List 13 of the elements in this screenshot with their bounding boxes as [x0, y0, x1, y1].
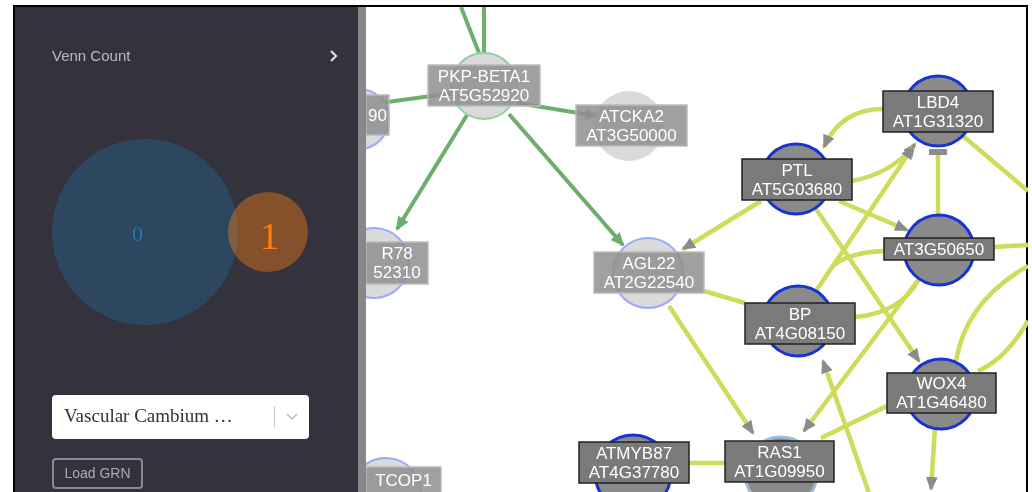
venn-set[interactable]: [228, 191, 308, 272]
chevron-down-icon[interactable]: [286, 412, 298, 421]
chevron-right-icon[interactable]: [329, 50, 338, 63]
network-select[interactable]: Vascular Cambium …: [52, 394, 309, 439]
gene-node[interactable]: 90: [366, 88, 390, 150]
network-canvas[interactable]: PKP-BETA1 AT5G52920 90 ATCKA2 AT3G50000 R78 52310 AGL22 AT2G22540 TCOP1 LBD4 AT1G31320 PTL AT5G03680 AT3G50650 BP AT4G08150 WOX4 AT1G46480 ATMYB87 AT4G37780 RAS1 AT1G09950: [366, 7, 1026, 492]
load-grn-button[interactable]: Load GRN: [52, 457, 143, 489]
splitter-handle[interactable]: [358, 7, 366, 492]
venn-count: 0: [132, 219, 143, 248]
venn-set[interactable]: [52, 138, 238, 325]
venn-count: 1: [260, 213, 279, 259]
panel-title: Venn Count: [52, 46, 131, 66]
inhibition-bar-icon: [929, 149, 947, 155]
